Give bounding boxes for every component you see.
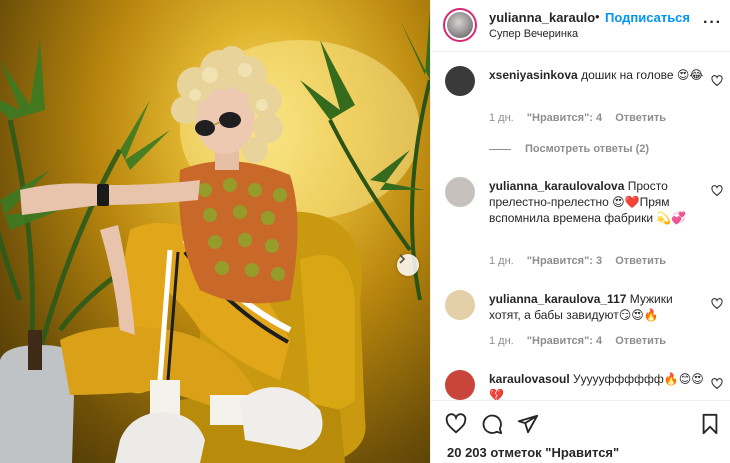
post-photo[interactable] bbox=[0, 0, 430, 463]
like-heart-icon[interactable] bbox=[445, 413, 467, 435]
comment-avatar[interactable] bbox=[445, 290, 475, 320]
comment-likes[interactable]: "Нравится": 4 bbox=[527, 112, 602, 124]
comment-heart-icon[interactable] bbox=[711, 75, 723, 87]
post-location[interactable]: Супер Вечеринка bbox=[489, 28, 578, 40]
share-icon[interactable] bbox=[517, 413, 539, 435]
comments-panel: yulianna_karaulo • Подписаться Супер Веч… bbox=[430, 0, 730, 463]
comment-meta: 1 дн. "Нравится": 3 Ответить bbox=[489, 255, 676, 267]
comment-body: karaulovasoul Уууууфффффф🔥😊😍💔 bbox=[489, 371, 707, 403]
comment-username[interactable]: karaulovasoul bbox=[489, 372, 570, 386]
comment-body: yulianna_karaulova_117 Мужики хотят, а б… bbox=[489, 291, 707, 323]
comment-username[interactable]: yulianna_karaulova_117 bbox=[489, 292, 626, 306]
comment-likes[interactable]: "Нравится": 4 bbox=[527, 335, 602, 347]
reply-button[interactable]: Ответить bbox=[615, 112, 666, 124]
comment-age: 1 дн. bbox=[489, 335, 514, 347]
next-photo-button[interactable] bbox=[397, 254, 419, 276]
reply-button[interactable]: Ответить bbox=[615, 335, 666, 347]
bookmark-icon[interactable] bbox=[699, 413, 721, 435]
comment-heart-icon[interactable] bbox=[711, 298, 723, 310]
view-replies-button[interactable]: Посмотреть ответы (2) bbox=[489, 143, 649, 155]
post-header: yulianna_karaulo • Подписаться Супер Веч… bbox=[431, 0, 730, 52]
comment-meta: 1 дн. "Нравится": 4 Ответить bbox=[489, 335, 676, 347]
action-bar: 20 203 отметок "Нравится" bbox=[431, 400, 730, 463]
follow-button[interactable]: Подписаться bbox=[605, 10, 690, 25]
comment-username[interactable]: yulianna_karaulovalova bbox=[489, 179, 624, 193]
reply-button[interactable]: Ответить bbox=[615, 255, 666, 267]
comment-age: 1 дн. bbox=[489, 112, 514, 124]
comment-avatar[interactable] bbox=[445, 66, 475, 96]
photo-scene bbox=[0, 10, 430, 463]
comment-heart-icon[interactable] bbox=[711, 378, 723, 390]
comment-heart-icon[interactable] bbox=[711, 185, 723, 197]
comment-icon[interactable] bbox=[481, 413, 503, 435]
author-username[interactable]: yulianna_karaulo bbox=[489, 10, 595, 25]
comment-text: дошик на голове 😍😂 bbox=[581, 68, 704, 82]
likes-count[interactable]: 20 203 отметок "Нравится" bbox=[447, 445, 619, 460]
comment-avatar[interactable] bbox=[445, 370, 475, 400]
comment-avatar[interactable] bbox=[445, 177, 475, 207]
replies-line bbox=[489, 148, 511, 150]
comment-likes[interactable]: "Нравится": 3 bbox=[527, 255, 602, 267]
author-avatar[interactable] bbox=[443, 8, 477, 42]
comment-meta: 1 дн. "Нравится": 4 Ответить bbox=[489, 112, 676, 124]
comment-body: xseniyasinkova дошик на голове 😍😂 bbox=[489, 67, 707, 83]
comment-age: 1 дн. bbox=[489, 255, 514, 267]
comment-body: yulianna_karaulovalova Просто прелестно-… bbox=[489, 178, 707, 226]
view-replies-label: Посмотреть ответы (2) bbox=[525, 143, 650, 155]
next-chevron-icon bbox=[399, 254, 406, 264]
instagram-post: yulianna_karaulo • Подписаться Супер Веч… bbox=[0, 0, 730, 463]
more-options-icon[interactable]: ··· bbox=[703, 14, 722, 32]
comment-username[interactable]: xseniyasinkova bbox=[489, 68, 578, 82]
separator-dot: • bbox=[595, 9, 600, 24]
